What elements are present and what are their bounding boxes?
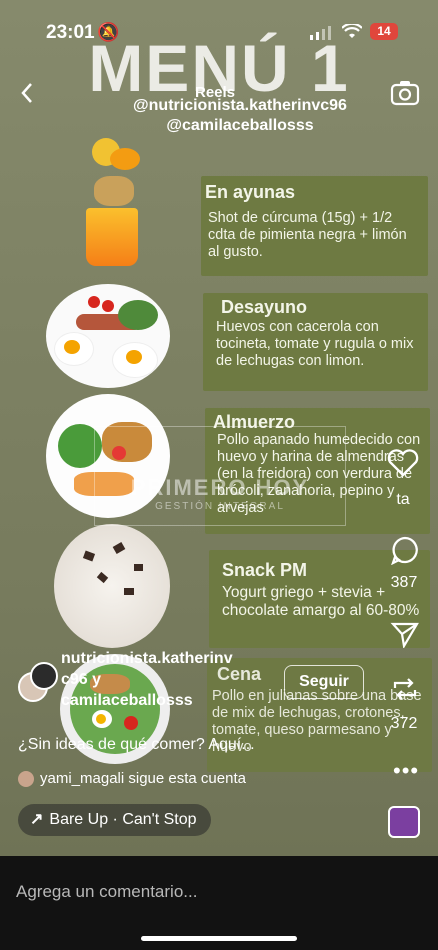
post-caption[interactable]: ¿Sin ideas de qué comer? Aquí...: [18, 736, 255, 754]
authors-line-2: c96 y: [61, 671, 102, 688]
authors-names[interactable]: nutricionista.katherinv c96 y camilaceba…: [61, 648, 233, 711]
follow-button[interactable]: Seguir: [284, 665, 364, 699]
yogurt-bowl-image: [54, 524, 170, 648]
audio-pill[interactable]: ↗ Bare Up · Can't Stop: [18, 804, 211, 836]
repost-icon: [393, 678, 417, 700]
share-button[interactable]: [390, 620, 420, 653]
paper-plane-icon: [390, 622, 419, 650]
poster-handle-2: @camilaceballosss: [166, 117, 314, 134]
like-button[interactable]: [386, 448, 420, 483]
comment-bubble-icon: [391, 536, 418, 566]
menu-card-en-ayunas: En ayunas Shot de cúrcuma (15g) + 1/2 cd…: [201, 176, 428, 276]
chevron-left-icon: [21, 83, 32, 103]
menu-card-desayuno: Desayuno Huevos con cacerola con tocinet…: [203, 293, 428, 391]
menu-card-title: Snack PM: [222, 560, 308, 580]
menu-card-title: En ayunas: [205, 182, 296, 202]
menu-card-title: Desayuno: [221, 297, 308, 317]
camera-button[interactable]: [390, 79, 420, 112]
camera-icon: [390, 81, 420, 106]
poster-handles: @nutricionista.katherinvc96 @camilacebal…: [100, 96, 380, 136]
breakfast-plate-image: [46, 284, 170, 388]
turmeric-shot-image: [80, 138, 150, 278]
menu-card-text: Huevos con cacerola con tocineta, tomate…: [216, 319, 414, 369]
follower-text: sigue esta cuenta: [128, 770, 246, 787]
watermark-text: PRIMERO HOY: [130, 475, 310, 500]
follower-username: yami_magali: [40, 770, 125, 787]
watermark-subtext: GESTIÓN INTEGRAL: [155, 501, 285, 512]
audio-title: Bare Up · Can't Stop: [49, 811, 197, 828]
comment-input[interactable]: Agrega un comentario...: [16, 882, 197, 902]
follower-avatar: [18, 771, 34, 787]
author-avatar-2[interactable]: [30, 662, 58, 690]
follower-line[interactable]: yami_magali sigue esta cuenta: [40, 770, 246, 787]
audio-thumbnail[interactable]: [388, 806, 420, 838]
menu-card-text: Shot de cúrcuma (15g) + 1/2 cdta de pimi…: [208, 210, 407, 260]
home-indicator: [141, 936, 297, 941]
poster-handle-1: @nutricionista.katherinvc96: [133, 97, 347, 114]
back-button[interactable]: [14, 78, 42, 108]
watermark-logo: PRIMERO HOY GESTIÓN INTEGRAL: [94, 426, 346, 526]
comment-bar: Agrega un comentario...: [0, 856, 438, 950]
arrow-up-right-icon: ↗: [30, 811, 44, 828]
more-options-icon[interactable]: •••: [393, 758, 419, 784]
repost-button[interactable]: [390, 674, 420, 709]
authors-line-3: camilaceballosss: [61, 692, 193, 709]
comment-count: 387: [390, 574, 418, 591]
comment-button[interactable]: [390, 535, 420, 570]
authors-line-1: nutricionista.katherinv: [61, 650, 233, 667]
like-count: ta: [396, 491, 410, 508]
repost-count: 372: [390, 715, 418, 732]
heart-icon: [387, 449, 419, 477]
